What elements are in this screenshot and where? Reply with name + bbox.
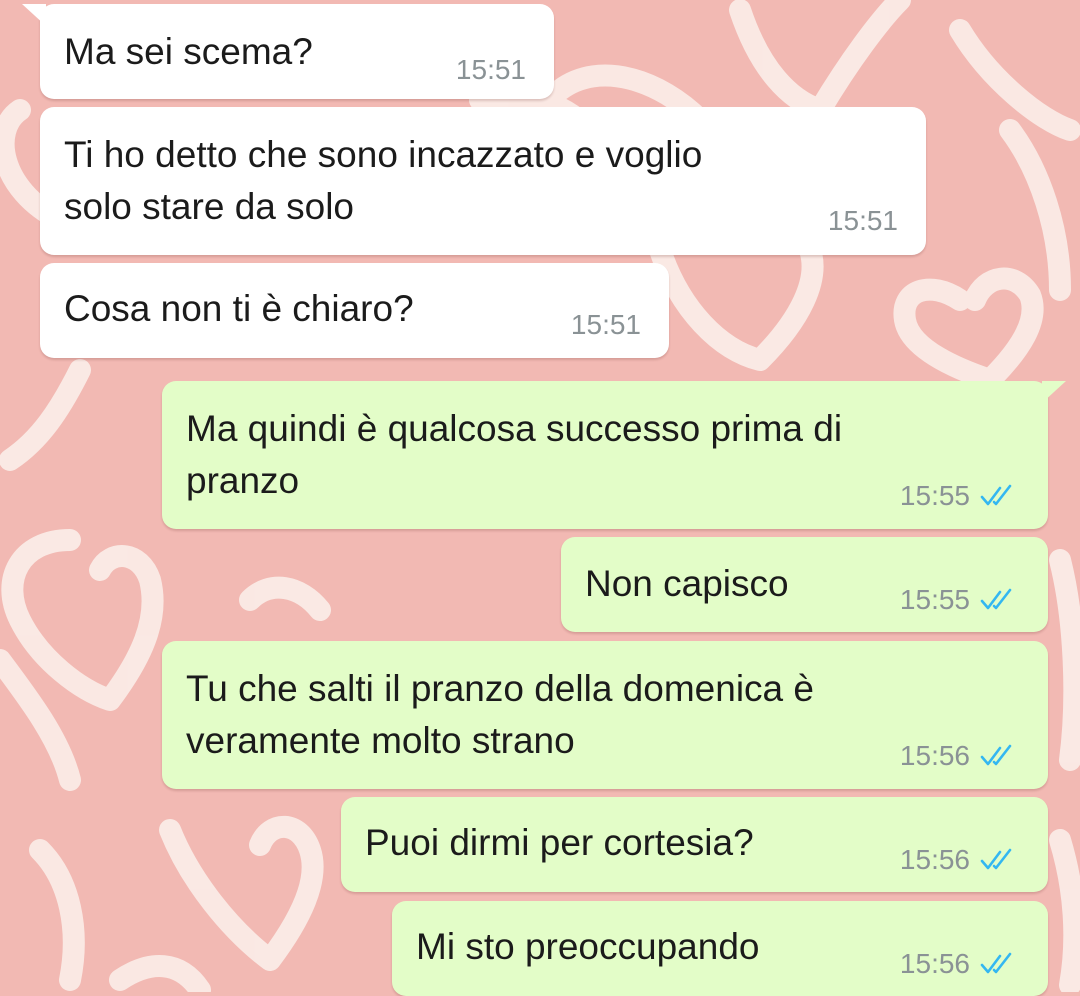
double-check-icon [980, 484, 1012, 506]
message-time: 15:51 [455, 54, 526, 85]
message-meta: 15:55 [900, 582, 1018, 618]
message-text: Non capisco [585, 563, 789, 604]
message-meta: 15:51 [828, 203, 898, 239]
message-bubble-outgoing[interactable]: Tu che salti il pranzo della domenica è … [162, 641, 1048, 789]
message-bubble-outgoing[interactable]: Mi sto preoccupando 15:56 [392, 901, 1048, 996]
message-meta: 15:56 [900, 842, 1018, 878]
message-bubble-outgoing[interactable]: Puoi dirmi per cortesia? 15:56 [341, 797, 1048, 892]
message-time: 15:56 [899, 740, 970, 771]
message-bubble-incoming[interactable]: Ti ho detto che sono incazzato e voglio … [40, 107, 926, 255]
message-bubble-outgoing[interactable]: Ma quindi è qualcosa successo prima di p… [162, 381, 1066, 529]
double-check-icon [980, 952, 1012, 974]
message-meta: 15:56 [900, 946, 1018, 982]
message-meta: 15:51 [571, 307, 641, 343]
bubble-tail [1042, 381, 1066, 403]
message-meta: 15:55 [900, 478, 1018, 514]
message-time: 15:51 [570, 309, 641, 340]
double-check-icon [980, 744, 1012, 766]
message-meta: 15:56 [900, 738, 1018, 774]
double-check-icon [980, 588, 1012, 610]
message-text-line-2: veramente molto strano [186, 720, 575, 761]
message-time: 15:56 [899, 948, 970, 979]
message-time: 15:56 [899, 844, 970, 875]
message-text-line-1: Tu che salti il pranzo della domenica è [186, 668, 814, 709]
message-meta: 15:51 [456, 52, 526, 88]
message-text-line-2: pranzo [186, 460, 300, 501]
message-text-line-1: Ti ho detto che sono incazzato e voglio [64, 134, 703, 175]
message-text: Cosa non ti è chiaro? [64, 288, 414, 329]
message-text-line-1: Ma quindi è qualcosa successo prima di [186, 408, 843, 449]
message-bubble-incoming[interactable]: Cosa non ti è chiaro? 15:51 [40, 263, 669, 358]
double-check-icon [980, 848, 1012, 870]
message-text: Puoi dirmi per cortesia? [365, 822, 754, 863]
message-time: 15:55 [899, 584, 970, 615]
message-time: 15:51 [827, 205, 898, 236]
message-time: 15:55 [899, 480, 970, 511]
message-bubble-incoming[interactable]: Ma sei scema? 15:51 [22, 4, 554, 99]
message-text: Ma sei scema? [64, 31, 313, 72]
bubble-tail [22, 4, 46, 26]
message-text-line-2: solo stare da solo [64, 186, 355, 227]
message-text: Mi sto preoccupando [416, 926, 760, 967]
message-bubble-outgoing[interactable]: Non capisco 15:55 [561, 537, 1048, 632]
